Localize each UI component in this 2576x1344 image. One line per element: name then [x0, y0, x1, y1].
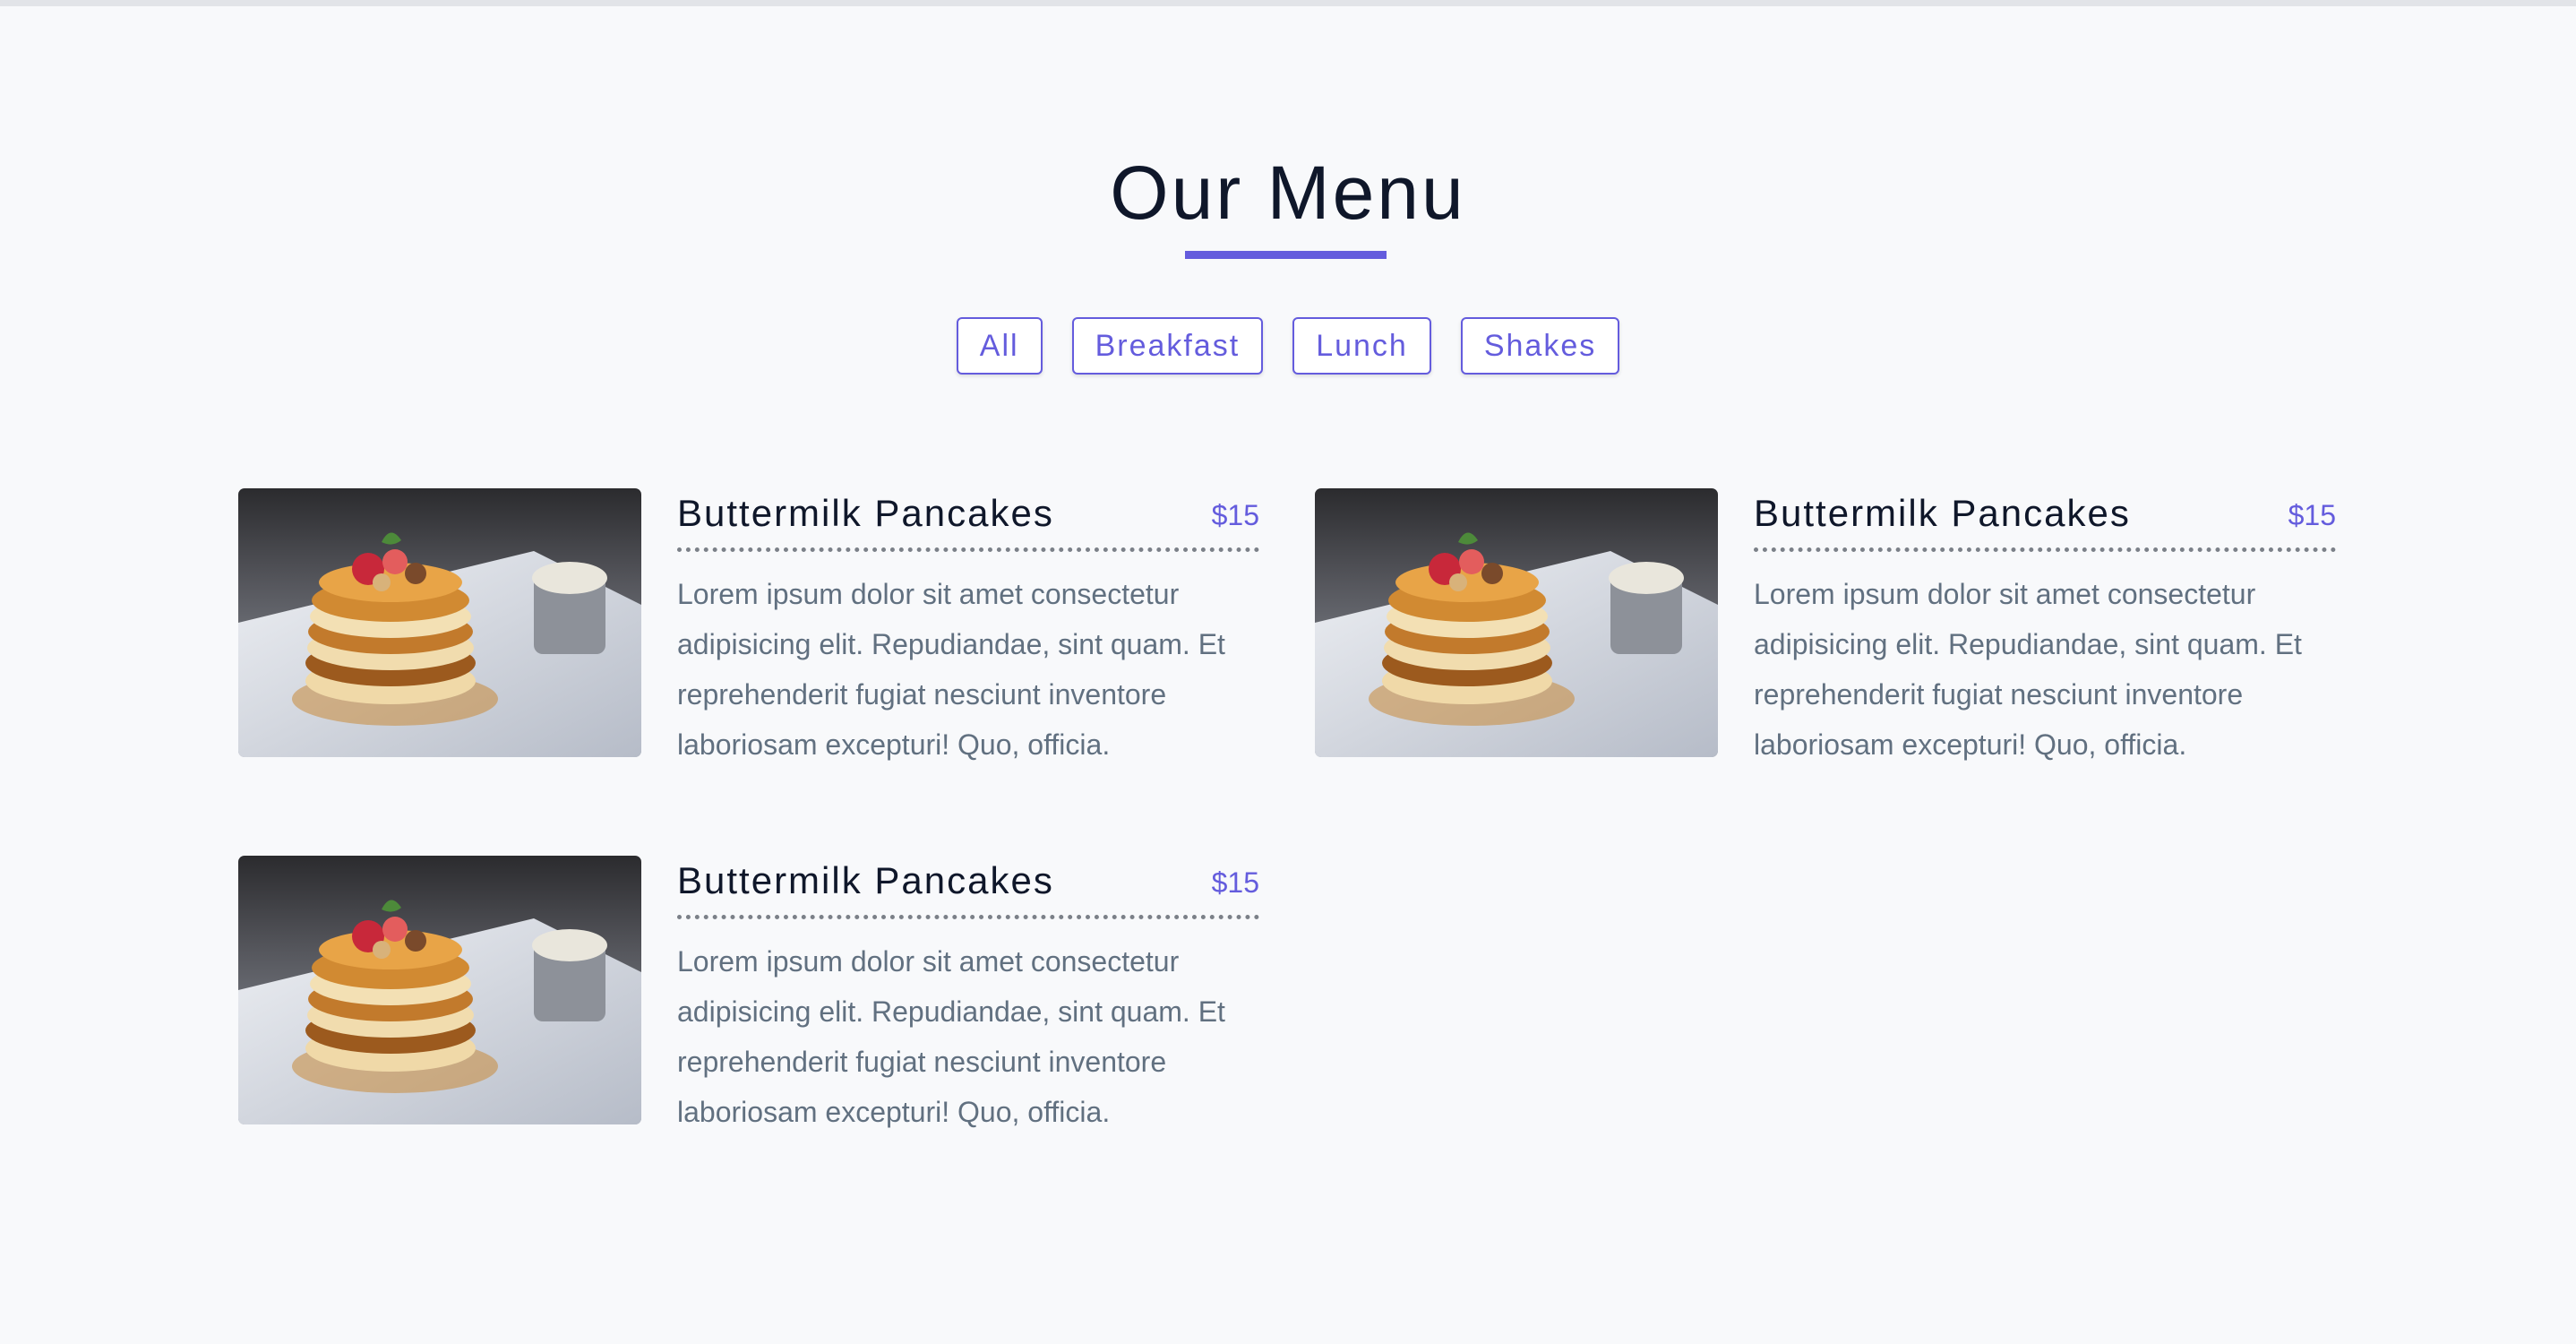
pancakes-photo [238, 856, 641, 1124]
top-divider [0, 0, 2576, 6]
category-filters: All Breakfast Lunch Shakes [0, 317, 2576, 375]
item-description: Lorem ipsum dolor sit amet consectetur a… [677, 945, 1225, 1128]
item-name: Buttermilk Pancakes [677, 492, 1054, 534]
pancakes-photo [238, 488, 641, 757]
item-description: Lorem ipsum dolor sit amet consectetur a… [677, 578, 1225, 761]
menu-page: Our Menu All Breakfast Lunch Shakes Butt… [0, 0, 2576, 1344]
filter-all-button[interactable]: All [956, 317, 1043, 375]
item-price: $15 [1211, 499, 1259, 531]
pancakes-photo [1315, 488, 1718, 757]
item-price: $15 [2288, 499, 2336, 531]
filter-lunch-button[interactable]: Lunch [1292, 317, 1431, 375]
item-name: Buttermilk Pancakes [1754, 492, 2131, 534]
dotted-divider [1754, 547, 2336, 552]
section-title: Our Menu [1110, 151, 1466, 235]
dotted-divider [677, 547, 1259, 552]
title-underline [1185, 251, 1387, 259]
filter-shakes-button[interactable]: Shakes [1460, 317, 1620, 375]
menu-item: Buttermilk Pancakes $15 Lorem ipsum dolo… [1315, 488, 2336, 775]
dotted-divider [677, 915, 1259, 919]
filter-breakfast-button[interactable]: Breakfast [1071, 317, 1264, 375]
item-price: $15 [1211, 866, 1259, 899]
item-description: Lorem ipsum dolor sit amet consectetur a… [1754, 578, 2302, 761]
menu-item: Buttermilk Pancakes $15 Lorem ipsum dolo… [238, 856, 1259, 1142]
item-name: Buttermilk Pancakes [677, 859, 1054, 901]
menu-item: Buttermilk Pancakes $15 Lorem ipsum dolo… [238, 488, 1259, 775]
